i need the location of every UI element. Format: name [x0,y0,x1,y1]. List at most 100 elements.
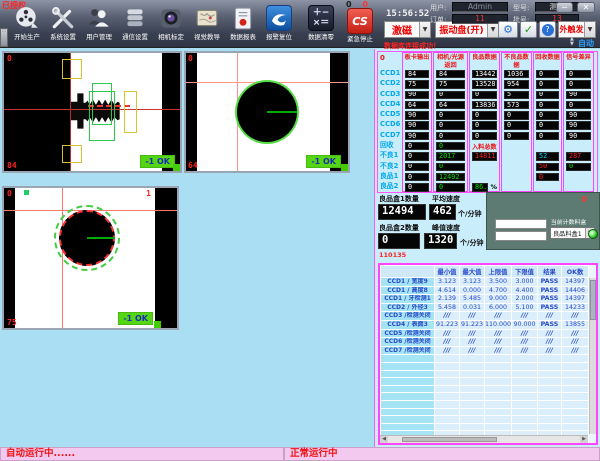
panel-input-2[interactable] [495,231,547,241]
signal-cell: 13442 [472,70,497,78]
data-report-button[interactable]: 数据报表 [225,3,261,42]
measure-cell: /// [435,312,460,321]
current-box-label: 当前计数料盒 [551,217,586,226]
confirm-mini-button[interactable]: ✓ [520,21,537,38]
measure-cell [538,362,562,370]
close-button[interactable]: ✕ [577,2,595,13]
measure-cell: 4.700 [485,286,512,295]
alarm-reset-button[interactable]: 报警复位 [261,3,297,42]
auto-spinner[interactable]: ▲▼ [570,37,574,47]
measure-cell [562,393,589,401]
count-box-panel: 0 当前计数料盒 良品料盒1 ▼ [486,192,600,250]
vertical-scrollbar[interactable] [589,278,596,434]
signal-slot: 0 [403,162,431,172]
signal-column-header: 不良品数据 [502,53,531,69]
toolbar-item-label: 紧急停止 [343,34,376,43]
measure-cell [485,393,512,401]
measure-cell [435,408,460,416]
measure-cell: PASS [538,303,562,312]
signal-cell: 50 [536,163,559,171]
data-report-icon [225,3,261,32]
measure-cell [435,393,460,401]
emergency-stop-button[interactable]: CS 紧急停止 [342,8,378,44]
panel-input-1[interactable] [495,219,547,229]
signal-cell: 0 [436,183,465,191]
signal-slot: 573 [502,100,531,110]
signal-row-label: CCD5 [378,109,402,119]
measure-cell [538,355,562,363]
signal-slot: 90 [403,110,431,120]
camera-calibration-button[interactable]: 相机标定 [153,3,189,42]
signal-slot: 0 [434,131,467,141]
table-row-empty [381,378,589,386]
measure-cell: 3.000 [512,278,538,287]
signal-cell: 0 [405,173,429,181]
signal-cell: 0 [536,80,559,88]
counters-section: 良品盒1数量 平均速度 12494 462 个/分钟 良品盒2数量 峰值速度 0… [378,194,600,260]
scroll-right-arrow[interactable]: ▶ [580,436,588,443]
percent-suffix: % [490,183,497,191]
vision-teach-button[interactable]: 视觉教导 [189,3,225,42]
signal-slot: 12492 [434,172,467,182]
measure-cell [512,400,538,408]
measure-cell [485,423,512,431]
excite-dropdown[interactable]: 激磁 ▼ [384,21,431,38]
measure-cell [562,355,589,363]
total-note: 110135 [379,251,406,259]
measure-cell: 0.000 [460,286,485,295]
scrollbar-thumb[interactable] [402,437,497,442]
signal-slot: 1036 [502,69,531,79]
horizontal-scrollbar[interactable]: ◀ ▶ [380,435,588,443]
scroll-left-arrow[interactable]: ◀ [380,436,388,443]
measure-cell [562,370,589,378]
table-row: CCD5 /检测关闭////////////////// [381,329,589,338]
measure-cell [485,378,512,386]
measure-cell [460,393,485,401]
side-toggle[interactable]: ∷ [0,28,8,47]
table-row-empty [381,423,589,431]
signal-cell: 84 [405,70,429,78]
gear-icon: ⚙ [503,23,513,36]
signal-slot [564,141,593,151]
measure-cell: /// [562,346,589,355]
measure-column-header: 上限值 [485,266,512,278]
help-mini-button[interactable]: ? [539,21,556,38]
signal-slot: 0 [470,110,499,120]
measure-cell [538,385,562,393]
unit-label: 个/分钟 [458,209,482,219]
measure-cell [512,393,538,401]
start-production-button[interactable]: 开始生产 [9,3,45,42]
data-clear-button[interactable]: ＋−×＝ 数据清零 [303,3,339,42]
user-management-button[interactable]: 用户管理 [81,3,117,42]
measure-cell [538,416,562,424]
box1-label: 良品盒1数量 [379,194,419,204]
scrollbar-thumb[interactable] [590,280,596,320]
signal-row-label: 回收 [378,140,402,150]
signal-cell: 0 [566,163,591,171]
measure-cell [435,370,460,378]
signal-cell: 90 [566,91,591,99]
table-row: CCD1 / 高度84.6140.0004.7004.400PASS14406 [381,286,589,295]
signal-cell: 0 [536,121,559,129]
data-clear-icon: ＋−×＝ [303,3,339,32]
measure-cell [460,355,485,363]
measure-cell: /// [460,329,485,338]
signal-column-header: 相机/光源 返回 [434,53,467,69]
signal-row-label: CCD6 [378,119,402,129]
chevron-down-icon: ▼ [584,22,595,37]
measure-cell [562,362,589,370]
system-settings-button[interactable]: 系统设置 [45,3,81,42]
measure-row-label: CCD1 / 牙检测1 [381,295,435,304]
signal-slot: 0 [534,172,561,182]
measure-cell: 14406 [562,286,589,295]
trigger-dropdown[interactable]: 外触发 ▼ [558,21,596,38]
settings-mini-button[interactable]: ⚙ [498,21,518,38]
signal-slot: 0 [470,120,499,130]
comm-settings-button[interactable]: 通信设置 [117,3,153,42]
minimize-button[interactable]: ─ [556,2,573,13]
camera3-index: 0 [7,189,12,198]
measure-cell [512,355,538,363]
panel-count: 0 [582,195,587,204]
signal-slot: 0 [434,182,467,192]
measure-cell [512,416,538,424]
